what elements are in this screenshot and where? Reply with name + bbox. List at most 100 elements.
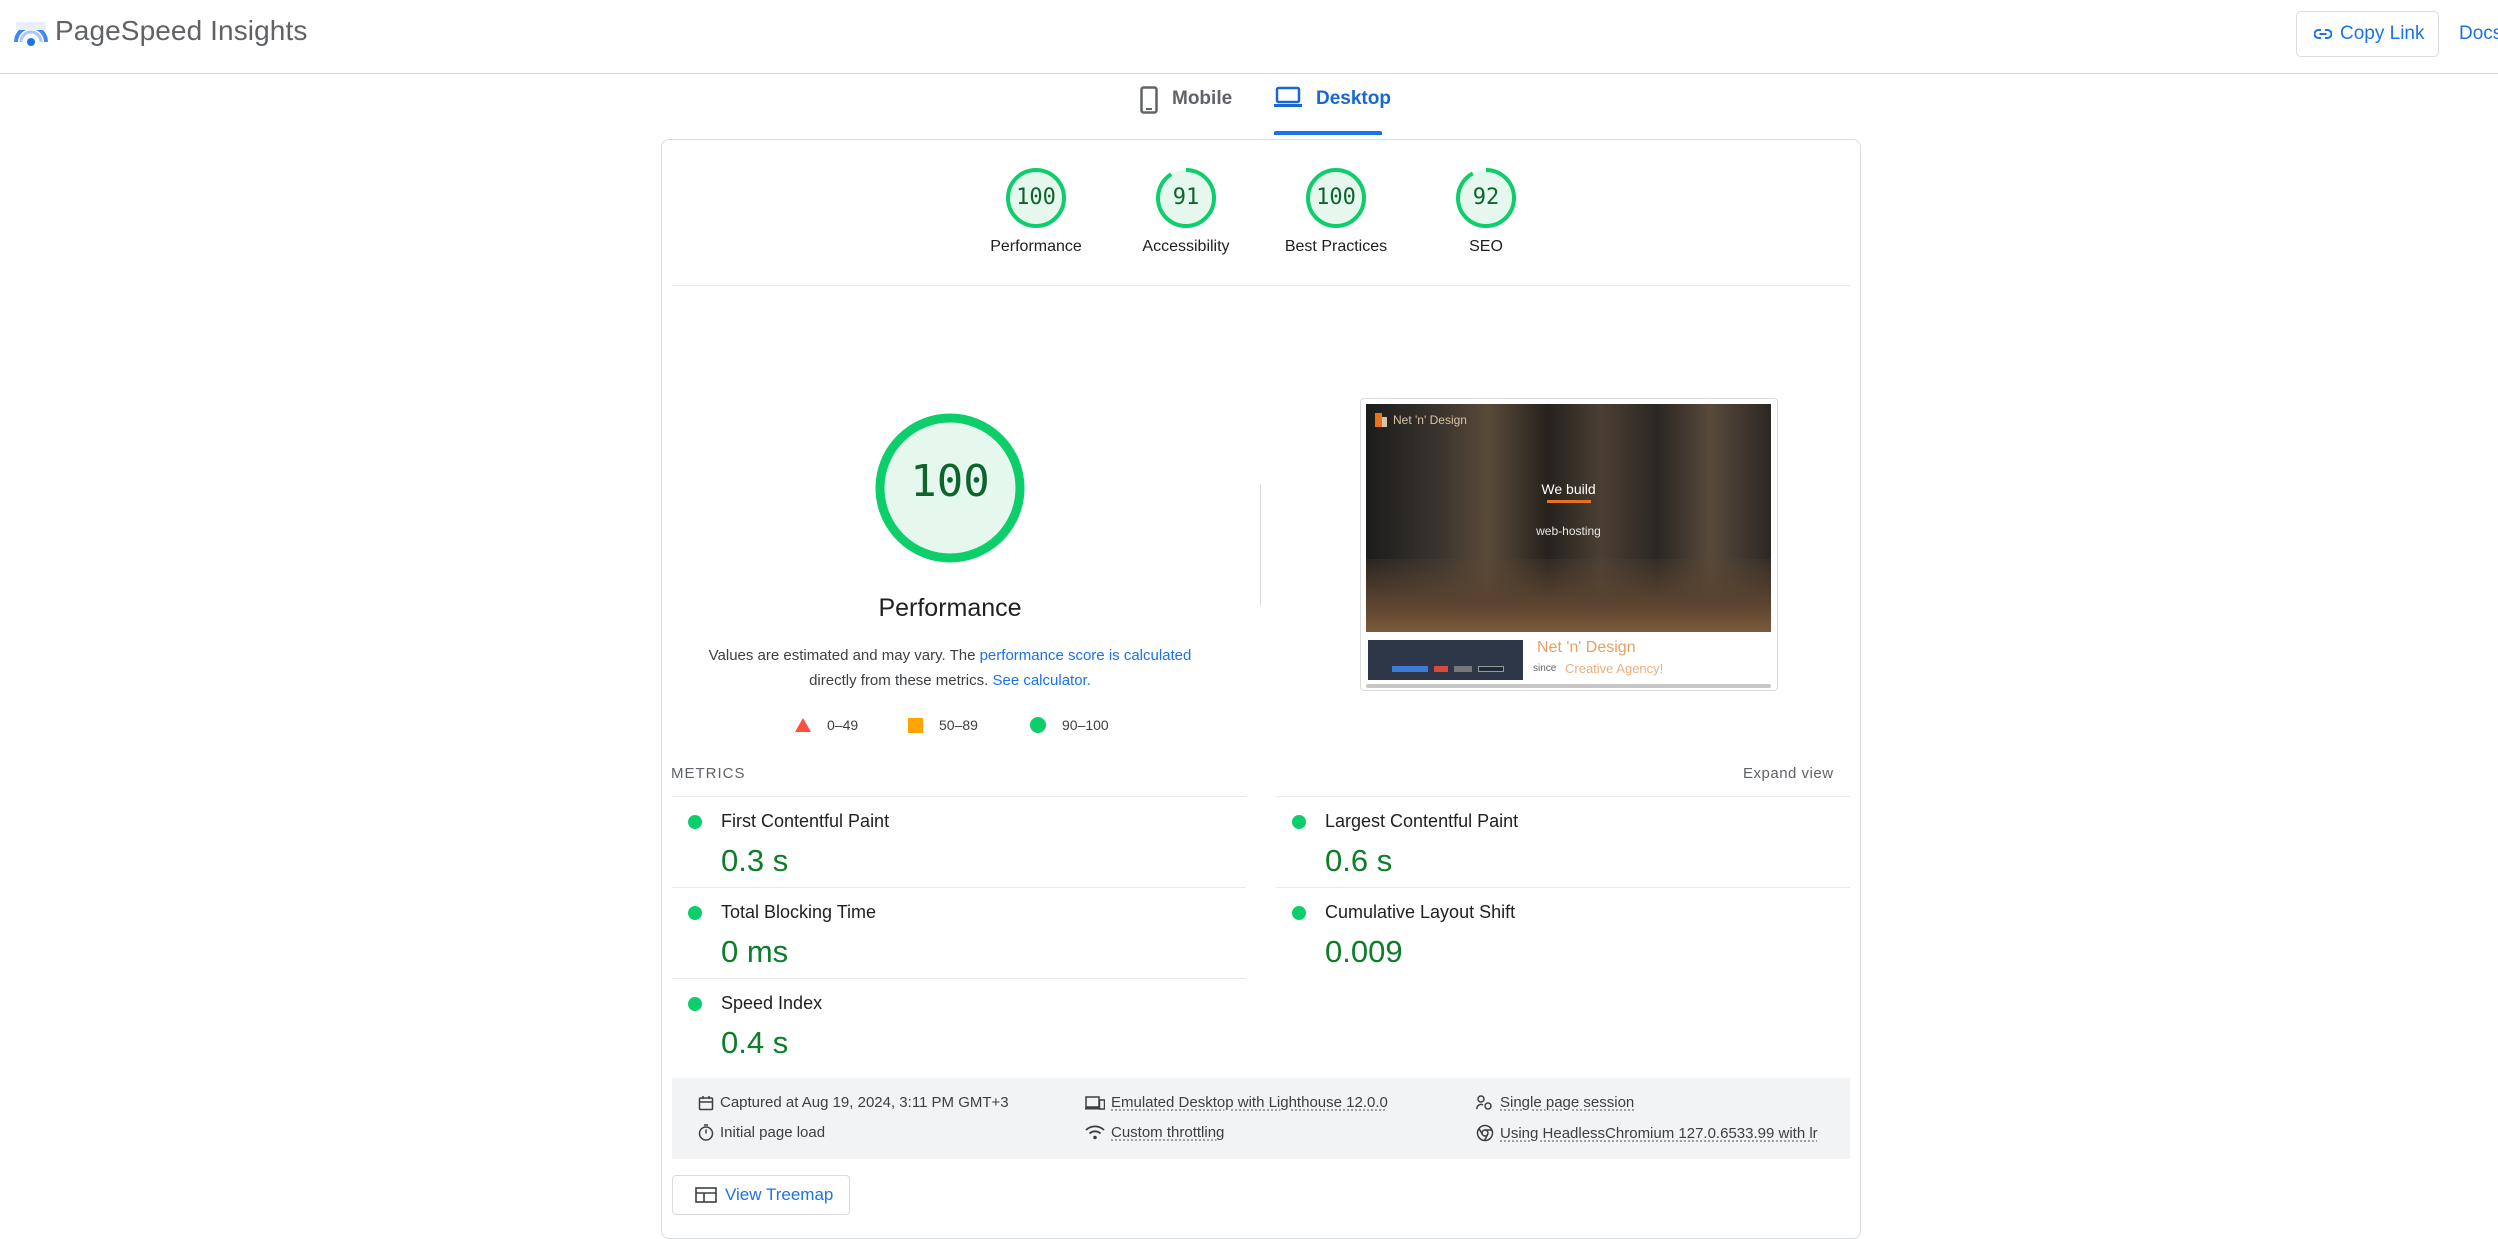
metrics-title: METRICS	[671, 765, 746, 782]
devices-icon	[1085, 1095, 1105, 1110]
active-tab-indicator	[1274, 131, 1382, 135]
note-text: Values are estimated and may vary. The	[708, 647, 980, 664]
legend-range: 0–49	[827, 717, 859, 733]
pass-dot-icon	[1292, 815, 1306, 829]
gauge-label: Best Practices	[1284, 238, 1388, 255]
metric-name: Speed Index	[721, 993, 823, 1013]
info-captured: Captured at Aug 19, 2024, 3:11 PM GMT+3	[698, 1094, 1009, 1111]
circle-icon	[1030, 717, 1046, 733]
link-icon	[2314, 29, 2332, 39]
throttling-text: Custom throttling	[1111, 1124, 1225, 1141]
legend-average: 50–89	[908, 717, 978, 733]
session-icon	[1476, 1094, 1492, 1110]
treemap-icon	[695, 1187, 717, 1203]
gauge-best-practices[interactable]: 100 Best Practices	[1256, 167, 1416, 256]
screenshot-brand-top: Net 'n' Design	[1393, 413, 1467, 427]
note-text-2: directly from these metrics.	[809, 672, 993, 689]
screenshot-cookie-banner	[1368, 640, 1523, 680]
emulated-text: Emulated Desktop with Lighthouse 12.0.0	[1111, 1094, 1388, 1111]
app-header: PageSpeed Insights Copy Link Docs	[0, 0, 2498, 74]
gauge-score: 100	[1016, 185, 1056, 210]
metric-name: Cumulative Layout Shift	[1325, 902, 1516, 922]
gauge-score: 100	[1316, 185, 1356, 210]
legend-range: 90–100	[1062, 717, 1109, 733]
tab-mobile-label: Mobile	[1172, 88, 1233, 109]
screenshot-tag: Creative Agency!	[1565, 661, 1664, 676]
triangle-icon	[795, 718, 811, 732]
gauge-accessibility[interactable]: 91 Accessibility	[1106, 167, 1266, 256]
expand-view-button[interactable]: Expand view	[1743, 765, 1834, 782]
pass-dot-icon	[1292, 906, 1306, 920]
pass-dot-icon	[688, 906, 702, 920]
calendar-icon	[698, 1095, 714, 1110]
view-treemap-button[interactable]: View Treemap	[672, 1175, 850, 1215]
gauge-label: Performance	[990, 238, 1082, 255]
metric-divider	[1276, 887, 1850, 888]
screenshot-headline: We build	[1541, 481, 1596, 497]
info-browser[interactable]: Using HeadlessChromium 127.0.6533.99 wit…	[1476, 1124, 1818, 1142]
phone-icon	[1140, 86, 1158, 114]
score-calculated-link[interactable]: performance score is calculated	[980, 647, 1192, 664]
metric-divider	[672, 978, 1246, 979]
final-screenshot[interactable]: Net 'n' Design We build web-hosting Net …	[1360, 398, 1778, 691]
gauge-score: 92	[1472, 185, 1500, 210]
tab-desktop[interactable]: Desktop	[1274, 86, 1391, 136]
pagespeed-logo-icon	[14, 22, 48, 46]
site-logo-icon	[1375, 413, 1387, 427]
legend-range: 50–89	[939, 717, 978, 733]
performance-note: Values are estimated and may vary. The p…	[680, 643, 1220, 693]
screenshot-scrollbar	[1366, 684, 1771, 688]
runtime-info-box	[672, 1078, 1850, 1159]
copy-link-button[interactable]: Copy Link	[2296, 11, 2439, 57]
screenshot-subline: web-hosting	[1536, 524, 1601, 538]
metric-value: 0.3 s	[721, 843, 789, 878]
captured-text: Captured at Aug 19, 2024, 3:11 PM GMT+3	[720, 1094, 1009, 1111]
screenshot-tag-small: since	[1533, 663, 1557, 674]
copy-link-label: Copy Link	[2340, 23, 2425, 44]
timer-icon	[698, 1124, 714, 1141]
info-initial-load: Initial page load	[698, 1124, 825, 1141]
metric-value: 0.009	[1325, 934, 1403, 969]
info-session[interactable]: Single page session	[1476, 1094, 1634, 1111]
gauge-label: SEO	[1469, 238, 1503, 255]
view-treemap-label: View Treemap	[725, 1185, 834, 1204]
vertical-divider	[1260, 484, 1261, 606]
screenshot-brand: Net 'n' Design	[1537, 639, 1636, 656]
docs-link[interactable]: Docs	[2459, 23, 2498, 45]
browser-text: Using HeadlessChromium 127.0.6533.99 wit…	[1500, 1124, 1818, 1142]
tab-mobile[interactable]: Mobile	[1140, 86, 1233, 136]
metric-name: Total Blocking Time	[721, 902, 877, 922]
legend-pass: 90–100	[1030, 717, 1109, 733]
laptop-icon	[1274, 86, 1302, 107]
initial-load-text: Initial page load	[720, 1124, 826, 1141]
info-emulated[interactable]: Emulated Desktop with Lighthouse 12.0.0	[1085, 1094, 1388, 1111]
gauge-label: Accessibility	[1142, 238, 1230, 255]
pass-dot-icon	[688, 815, 702, 829]
gauge-seo[interactable]: 92 SEO	[1406, 167, 1566, 256]
metric-divider	[1276, 796, 1850, 797]
screenshot-underline	[1547, 500, 1591, 503]
metric-value: 0 ms	[721, 934, 789, 969]
wifi-icon	[1085, 1125, 1105, 1140]
metric-divider	[672, 887, 1246, 888]
metric-name: Largest Contentful Paint	[1325, 811, 1519, 831]
app-title: PageSpeed Insights	[55, 15, 308, 46]
tab-desktop-label: Desktop	[1316, 88, 1391, 109]
metric-divider	[672, 796, 1246, 797]
performance-score: 100	[910, 456, 990, 507]
gauge-performance[interactable]: 100 Performance	[956, 167, 1116, 256]
metric-value: 0.6 s	[1325, 843, 1393, 878]
gauges-divider	[672, 285, 1850, 286]
metric-name: First Contentful Paint	[721, 811, 890, 831]
performance-title: Performance	[878, 594, 1022, 622]
session-text: Single page session	[1500, 1094, 1635, 1111]
info-throttling[interactable]: Custom throttling	[1085, 1124, 1224, 1141]
screenshot-floor	[1366, 559, 1771, 632]
pass-dot-icon	[688, 997, 702, 1011]
see-calculator-link[interactable]: See calculator.	[992, 672, 1090, 689]
gauge-score: 91	[1172, 185, 1200, 210]
chrome-icon	[1476, 1124, 1494, 1142]
metric-value: 0.4 s	[721, 1025, 789, 1060]
legend-fail: 0–49	[795, 717, 858, 733]
square-icon	[908, 717, 923, 733]
